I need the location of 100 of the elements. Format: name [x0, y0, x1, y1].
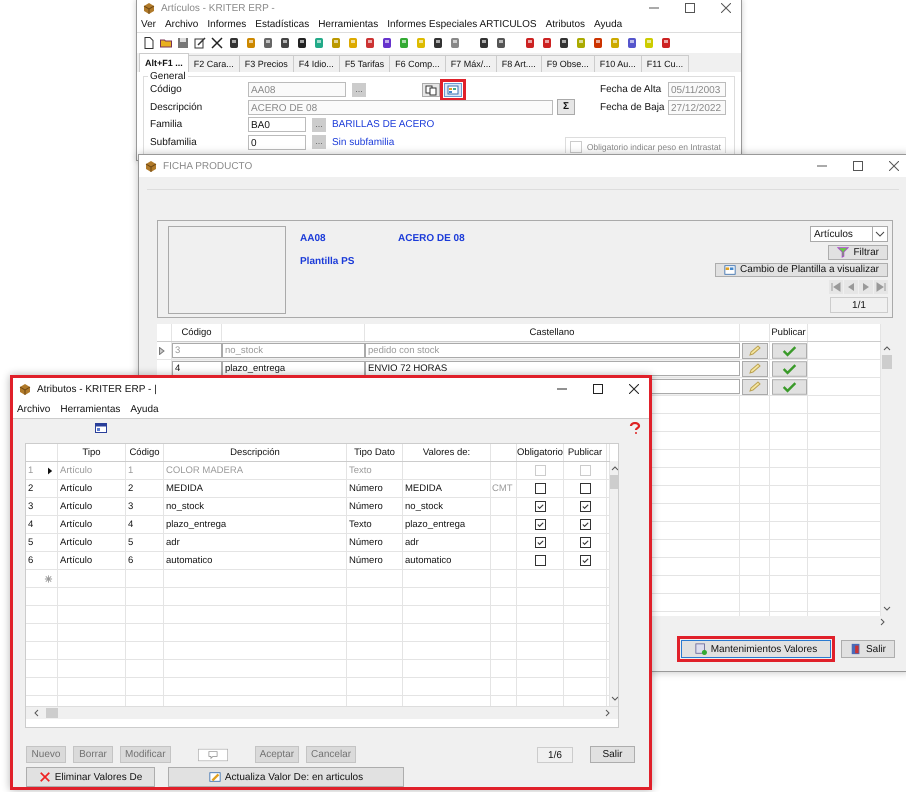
- document-icon: [694, 643, 707, 655]
- horizontal-scrollbar[interactable]: [26, 706, 618, 719]
- checkbox[interactable]: [580, 537, 590, 548]
- checkbox[interactable]: [534, 537, 546, 548]
- field-label: Subfamilia: [150, 136, 198, 148]
- table-cell: 3: [126, 498, 164, 515]
- vertical-scrollbar[interactable]: [610, 461, 618, 706]
- toolbar-icon[interactable]: [478, 37, 490, 49]
- browse-button[interactable]: ...: [352, 82, 366, 97]
- table-cell: Número: [347, 480, 403, 497]
- checkbox[interactable]: [580, 555, 590, 566]
- browse-button[interactable]: ...: [312, 135, 326, 150]
- help-icon[interactable]: [629, 422, 641, 434]
- scroll-thumb[interactable]: [610, 475, 618, 489]
- edit-icon[interactable]: [194, 37, 206, 49]
- exit-button[interactable]: Salir: [840, 640, 895, 658]
- exit-button[interactable]: Salir: [590, 746, 635, 763]
- maximize-icon[interactable]: [593, 384, 603, 394]
- subfamily-field[interactable]: 0: [248, 134, 306, 150]
- toolbar-icon[interactable]: [558, 37, 570, 49]
- close-icon[interactable]: [721, 3, 731, 13]
- menu-item[interactable]: Ayuda: [594, 18, 622, 30]
- open-folder-icon[interactable]: [160, 37, 172, 49]
- checkbox[interactable]: [580, 501, 590, 512]
- table-cell: Texto: [347, 516, 403, 533]
- x-icon: [38, 771, 51, 783]
- scroll-down-icon[interactable]: [610, 695, 618, 703]
- table-row[interactable]: 6 Artículo 6 automatico Número automatico: [26, 552, 610, 570]
- table-cell: plazo_entrega: [164, 516, 347, 533]
- toolbar-icon[interactable]: [279, 37, 291, 49]
- scroll-right-icon[interactable]: [604, 708, 612, 718]
- table-row[interactable]: 5 Artículo 5 adr Número adr: [26, 534, 610, 552]
- table-cell: Número: [347, 498, 403, 515]
- checkbox[interactable]: [534, 555, 546, 566]
- toolbar-icon[interactable]: [381, 37, 393, 49]
- scroll-up-icon[interactable]: [610, 464, 618, 472]
- toolbar-icon[interactable]: [228, 37, 240, 49]
- menu-item[interactable]: Archivo: [165, 18, 198, 30]
- close-icon[interactable]: [889, 161, 899, 171]
- tab[interactable]: F6 Comp...: [389, 55, 446, 72]
- menu-item[interactable]: Ver: [141, 18, 156, 30]
- filter-button[interactable]: Filtrar: [828, 245, 888, 260]
- table-cell: Artículo: [58, 516, 126, 533]
- menu-item[interactable]: Informes Especiales ARTICULOS: [387, 18, 537, 30]
- table-icon: [724, 264, 736, 276]
- maximize-icon[interactable]: [853, 161, 863, 171]
- scroll-thumb[interactable]: [46, 708, 58, 718]
- table-cell: 6: [126, 552, 164, 569]
- copy-icon[interactable]: [422, 82, 440, 97]
- checkbox[interactable]: [580, 519, 590, 530]
- table-cell: 4: [172, 361, 222, 376]
- row-number: 5: [28, 537, 34, 548]
- delete-values-button[interactable]: Eliminar Valores De: [26, 767, 155, 787]
- comment-icon[interactable]: [198, 746, 228, 762]
- menu-item[interactable]: Atributos: [546, 18, 586, 30]
- toolbar-icon[interactable]: [296, 37, 308, 49]
- checkbox[interactable]: [534, 501, 546, 512]
- table-row[interactable]: 3 Artículo 3 no_stock Número no_stock: [26, 498, 610, 516]
- table-cell: no_stock: [403, 498, 491, 515]
- tab[interactable]: Alt+F1 ...: [139, 53, 189, 72]
- row-number: 3: [28, 501, 34, 512]
- checkbox[interactable]: [580, 483, 590, 494]
- table-row[interactable]: 2 Artículo 2 MEDIDA Número MEDIDA CMT: [26, 480, 610, 498]
- menu-item[interactable]: Herramientas: [318, 18, 378, 30]
- checkbox[interactable]: [534, 519, 546, 530]
- update-values-button[interactable]: Actualiza Valor De: en articulos: [168, 767, 404, 787]
- scroll-thumb[interactable]: [882, 355, 892, 369]
- table-cell: pedido con stock: [365, 343, 740, 358]
- table-row[interactable]: 4 Artículo 4 plazo_entrega Texto plazo_entrega: [26, 516, 610, 534]
- menu-item[interactable]: Estadísticas: [255, 18, 310, 30]
- close-icon[interactable]: [629, 384, 639, 394]
- menu-item[interactable]: Archivo: [17, 404, 50, 414]
- table-cell: 2: [126, 480, 164, 497]
- checkbox[interactable]: [534, 483, 546, 494]
- menu-item[interactable]: Herramientas: [60, 404, 120, 414]
- new-file-icon[interactable]: [143, 37, 155, 49]
- menu-item[interactable]: Informes: [207, 18, 246, 30]
- table-cell: automatico: [164, 552, 347, 569]
- maximize-icon[interactable]: [685, 3, 695, 13]
- table-cell: 3: [172, 343, 222, 358]
- filter-dropdown[interactable]: Artículos: [810, 226, 888, 242]
- browse-button[interactable]: ...: [312, 118, 326, 132]
- scroll-up-icon[interactable]: [882, 344, 892, 352]
- sum-button[interactable]: Σ: [557, 99, 575, 116]
- menu-item[interactable]: Ayuda: [130, 404, 159, 414]
- scroll-left-icon[interactable]: [32, 708, 40, 718]
- delete-icon[interactable]: [211, 37, 223, 49]
- table-cell: ENVIO 72 HORAS: [365, 361, 740, 376]
- record-counter: 1/1: [830, 297, 888, 313]
- toolbar-icon[interactable]: [495, 37, 507, 49]
- save-icon[interactable]: [177, 37, 189, 49]
- scroll-down-icon[interactable]: [882, 605, 892, 613]
- table-icon[interactable]: [95, 422, 107, 434]
- change-template-button[interactable]: Cambio de Plantilla a visualizar: [715, 262, 888, 277]
- family-field[interactable]: BA0: [248, 117, 306, 132]
- toolbar-icon[interactable]: [432, 37, 444, 49]
- scroll-right-icon[interactable]: [879, 617, 887, 627]
- record-counter: 1/6: [537, 746, 573, 762]
- tab[interactable]: F11 Cu...: [640, 55, 690, 72]
- group-title: General: [148, 71, 188, 82]
